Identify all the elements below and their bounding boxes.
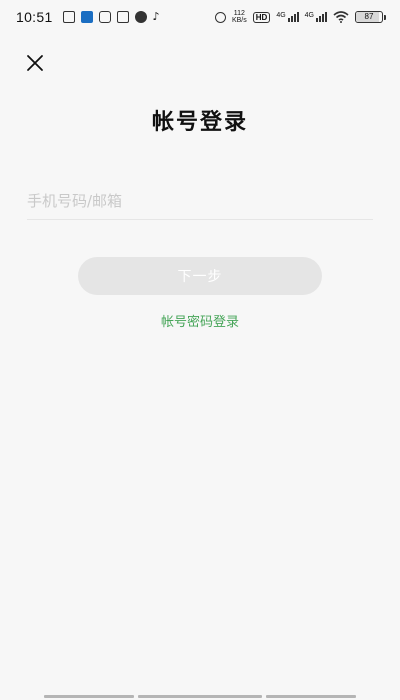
alarm-icon xyxy=(214,11,226,23)
bottom-gesture-bar xyxy=(44,695,356,698)
next-button[interactable]: 下一步 xyxy=(78,257,322,295)
signal-2-icon: 4G xyxy=(305,12,327,22)
close-icon xyxy=(27,55,43,71)
app-icon xyxy=(62,11,75,23)
status-bar: 10:51 ♪ 112 KB/s HD 4G 4G 87 xyxy=(0,0,400,34)
battery-icon: 87 xyxy=(355,11,386,23)
tiktok-icon: ♪ xyxy=(152,10,160,23)
signal-1-label: 4G xyxy=(276,12,286,19)
network-speed: 112 KB/s xyxy=(232,10,247,24)
gesture-indicator xyxy=(266,695,356,698)
app-icon xyxy=(80,11,93,23)
wifi-icon xyxy=(333,11,349,23)
password-login-link[interactable]: 帐号密码登录 xyxy=(0,311,400,330)
app-icon xyxy=(134,11,147,23)
app-icon xyxy=(116,11,129,23)
login-screen: 10:51 ♪ 112 KB/s HD 4G 4G 87 帐号登录 手机号码/邮… xyxy=(0,0,400,700)
status-right: 112 KB/s HD 4G 4G 87 xyxy=(214,10,386,24)
battery-level: 87 xyxy=(364,12,374,21)
signal-1-icon: 4G xyxy=(276,12,299,22)
gesture-indicator xyxy=(138,695,262,698)
hd-badge: HD xyxy=(252,11,271,23)
network-speed-unit: KB/s xyxy=(231,17,247,24)
notification-icons: ♪ xyxy=(62,10,160,23)
signal-2-label: 4G xyxy=(304,12,314,19)
gallery-icon xyxy=(98,11,111,23)
close-button[interactable] xyxy=(22,50,48,76)
gesture-indicator xyxy=(44,695,134,698)
network-speed-value: 112 xyxy=(233,10,245,17)
status-time: 10:51 xyxy=(16,9,53,25)
phone-email-input[interactable] xyxy=(27,182,373,220)
page-title: 帐号登录 xyxy=(151,110,248,135)
